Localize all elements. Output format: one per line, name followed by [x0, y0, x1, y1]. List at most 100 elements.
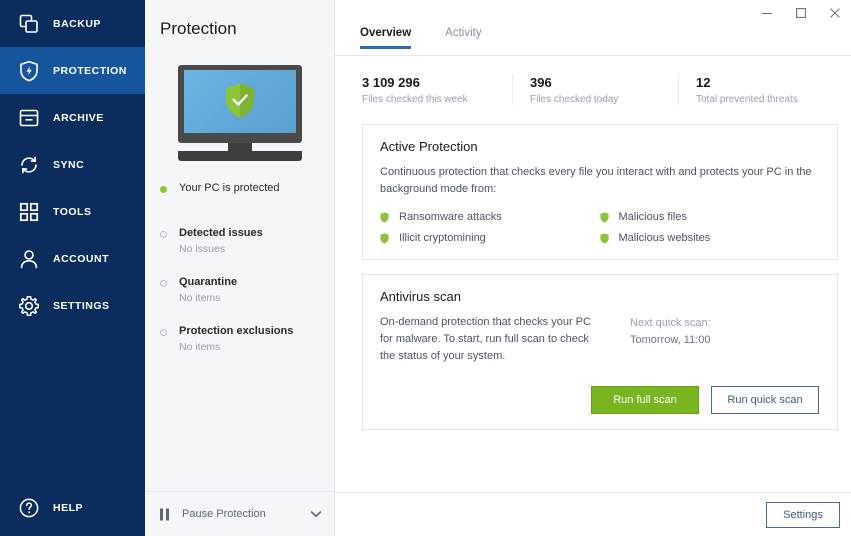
- status-item-detected-issues[interactable]: Detected issues No issues: [160, 226, 334, 257]
- run-quick-scan-button[interactable]: Run quick scan: [711, 386, 819, 414]
- window-titlebar: [335, 0, 851, 26]
- monitor-with-shield-illustration: [177, 65, 302, 161]
- status-item-value: No items: [179, 341, 221, 353]
- main-content-panel: Overview Activity 3 109 296 Files checke…: [335, 0, 851, 536]
- feature-item: Malicious files: [599, 211, 820, 223]
- antivirus-body: On-demand protection that checks your PC…: [380, 314, 819, 365]
- feature-label: Ransomware attacks: [399, 211, 502, 223]
- active-protection-card: Active Protection Continuous protection …: [362, 124, 838, 260]
- feature-label: Illicit cryptomining: [399, 232, 486, 244]
- protection-panel: Protection Your PC is protected Detected…: [145, 0, 335, 536]
- antivirus-description-column: On-demand protection that checks your PC…: [380, 314, 602, 365]
- status-dot-hollow-icon: [160, 329, 167, 336]
- status-dot-hollow-icon: [160, 280, 167, 287]
- status-item-title: Detected issues: [179, 227, 263, 239]
- statistics-row: 3 109 296 Files checked this week 396 Fi…: [362, 74, 838, 105]
- application-window: BACKUP PROTECTION ARCHIVE SYNC TOOLS ACC…: [0, 0, 851, 536]
- shield-check-icon: [224, 82, 256, 120]
- status-item-label: Your PC is protected: [179, 182, 280, 194]
- status-item-quarantine[interactable]: Quarantine No items: [160, 275, 334, 306]
- shield-bullet-icon: [380, 232, 389, 244]
- stat-files-checked-today: 396 Files checked today: [512, 74, 678, 105]
- close-icon[interactable]: [818, 0, 851, 26]
- pause-icon: [159, 508, 170, 521]
- sidebar-item-sync[interactable]: SYNC: [0, 141, 145, 188]
- feature-item: Malicious websites: [599, 232, 820, 244]
- card-title: Active Protection: [380, 139, 478, 154]
- panel-spacer: [145, 373, 334, 491]
- tab-activity[interactable]: Activity: [445, 27, 481, 48]
- sidebar-nav: BACKUP PROTECTION ARCHIVE SYNC TOOLS ACC…: [0, 0, 145, 329]
- shield-bullet-icon: [380, 211, 389, 223]
- sidebar-item-label: BACKUP: [53, 17, 101, 30]
- sidebar-item-archive[interactable]: ARCHIVE: [0, 94, 145, 141]
- pause-protection-button[interactable]: Pause Protection: [145, 491, 334, 536]
- shield-bullet-icon: [599, 211, 609, 223]
- sidebar-item-label: TOOLS: [53, 205, 92, 218]
- stat-value: 12: [696, 75, 711, 90]
- sidebar-item-tools[interactable]: TOOLS: [0, 188, 145, 235]
- next-scan-label: Next quick scan:: [630, 317, 711, 329]
- feature-label: Malicious websites: [618, 232, 711, 244]
- feature-item: Illicit cryptomining: [380, 232, 600, 244]
- card-title: Antivirus scan: [380, 289, 461, 304]
- tab-overview[interactable]: Overview: [360, 27, 412, 49]
- status-dot-green-icon: [160, 186, 167, 193]
- feature-item: Ransomware attacks: [380, 211, 600, 223]
- stat-label: Total prevented threats: [696, 94, 798, 105]
- protection-status-list: Your PC is protected Detected issues No …: [145, 181, 334, 373]
- stat-files-checked-week: 3 109 296 Files checked this week: [362, 74, 512, 105]
- next-scan-value: Tomorrow, 11:00: [630, 334, 711, 346]
- monitor-stand-base: [210, 152, 269, 160]
- pause-protection-label: Pause Protection: [182, 508, 266, 520]
- backup-copies-icon: [17, 12, 41, 36]
- stat-label: Files checked today: [530, 94, 619, 105]
- chevron-down-icon[interactable]: [310, 510, 322, 518]
- status-item-title: Quarantine: [179, 276, 238, 288]
- sync-arrows-icon: [17, 153, 41, 177]
- sidebar-item-label: ARCHIVE: [53, 111, 104, 124]
- sidebar: BACKUP PROTECTION ARCHIVE SYNC TOOLS ACC…: [0, 0, 145, 536]
- overview-content: 3 109 296 Files checked this week 396 Fi…: [335, 56, 851, 492]
- antivirus-actions: Run full scan Run quick scan: [380, 386, 819, 414]
- card-description: Continuous protection that checks every …: [380, 166, 812, 195]
- tab-bar: Overview Activity: [335, 26, 851, 56]
- next-scan-column: Next quick scan: Tomorrow, 11:00: [602, 314, 711, 365]
- stat-value: 396: [530, 75, 552, 90]
- question-circle-icon: [17, 496, 41, 520]
- person-icon: [17, 247, 41, 271]
- shield-bullet-icon: [599, 232, 609, 244]
- run-full-scan-button[interactable]: Run full scan: [591, 386, 699, 414]
- feature-label: Malicious files: [618, 211, 687, 223]
- footer-bar: Settings: [335, 492, 851, 536]
- gear-icon: [17, 294, 41, 318]
- page-title: Protection: [160, 19, 237, 38]
- sidebar-item-protection[interactable]: PROTECTION: [0, 47, 145, 94]
- status-item-title: Protection exclusions: [179, 325, 294, 337]
- monitor-stand-neck: [227, 143, 252, 152]
- minimize-icon[interactable]: [750, 0, 784, 26]
- status-item-protection-exclusions[interactable]: Protection exclusions No items: [160, 324, 334, 355]
- status-item-pc-protected: Your PC is protected: [160, 181, 334, 196]
- sidebar-item-label: HELP: [53, 502, 84, 514]
- grid-squares-icon: [17, 200, 41, 224]
- archive-box-icon: [17, 106, 41, 130]
- shield-bolt-icon: [17, 59, 41, 83]
- maximize-icon[interactable]: [784, 0, 818, 26]
- stat-label: Files checked this week: [362, 94, 468, 105]
- sidebar-item-help[interactable]: HELP: [0, 480, 145, 536]
- protection-features-grid: Ransomware attacks Malicious files Illic…: [380, 211, 819, 244]
- sidebar-item-label: SYNC: [53, 158, 85, 171]
- sidebar-item-label: PROTECTION: [53, 64, 127, 77]
- stat-total-prevented-threats: 12 Total prevented threats: [678, 74, 838, 105]
- sidebar-item-backup[interactable]: BACKUP: [0, 0, 145, 47]
- settings-button[interactable]: Settings: [766, 501, 840, 528]
- status-item-value: No items: [179, 292, 221, 304]
- stat-value: 3 109 296: [362, 75, 420, 90]
- sidebar-item-label: SETTINGS: [53, 299, 110, 312]
- sidebar-item-label: ACCOUNT: [53, 252, 109, 265]
- sidebar-item-account[interactable]: ACCOUNT: [0, 235, 145, 282]
- sidebar-item-settings[interactable]: SETTINGS: [0, 282, 145, 329]
- antivirus-scan-card: Antivirus scan On-demand protection that…: [362, 274, 838, 430]
